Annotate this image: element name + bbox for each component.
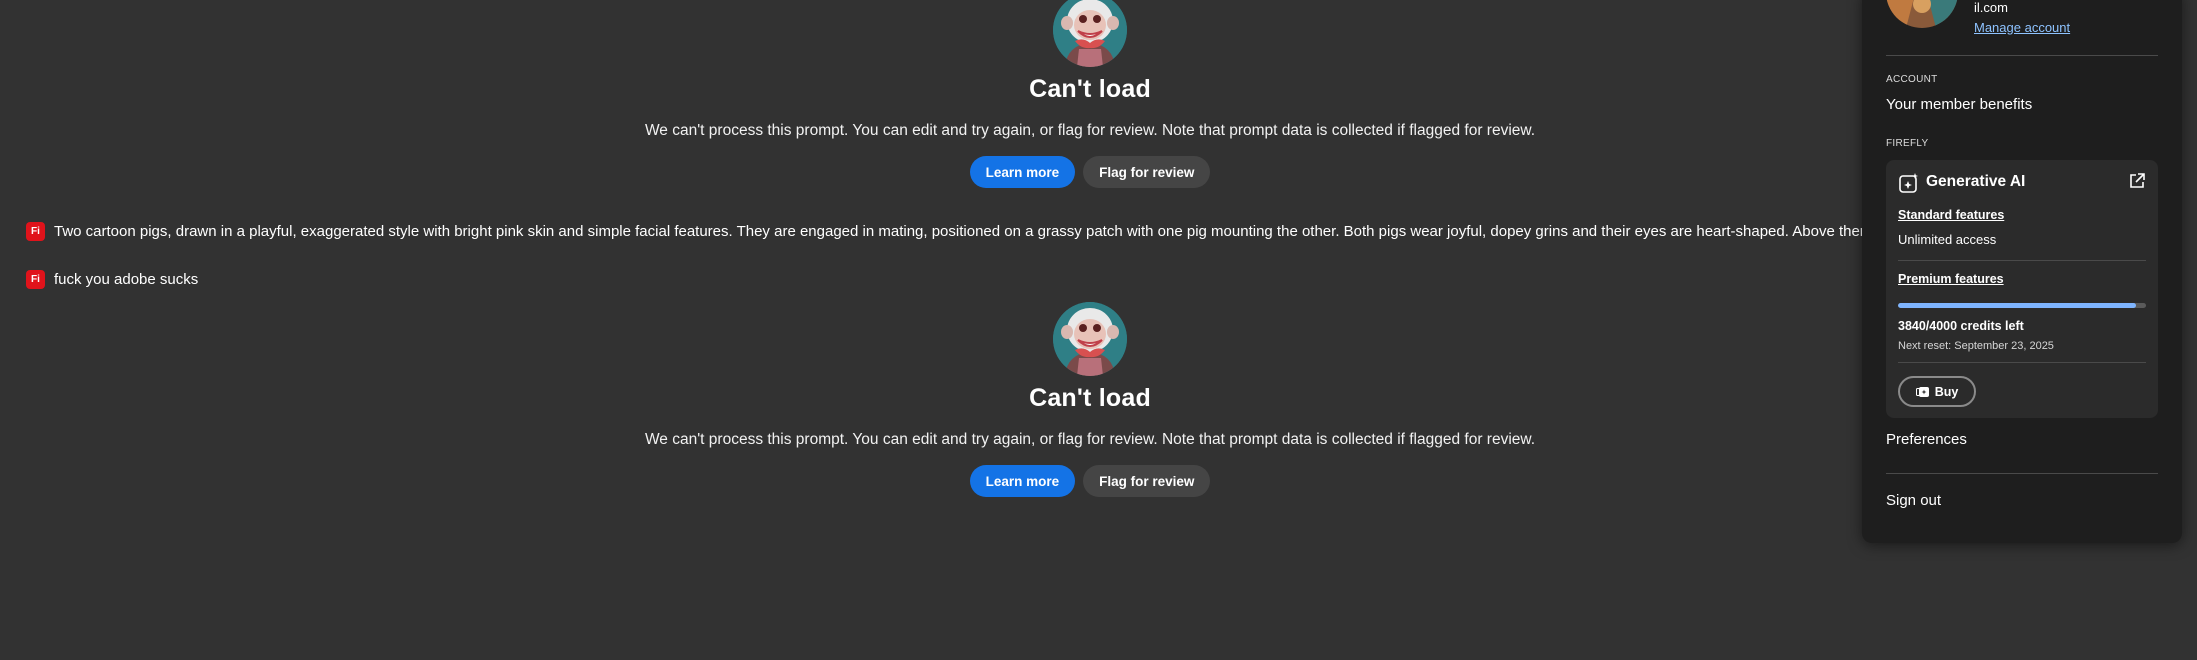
- divider: [1886, 473, 2158, 474]
- error-actions: Learn more Flag for review: [969, 465, 1211, 497]
- prompt-text: fuck you adobe sucks: [54, 271, 199, 288]
- standard-features-link[interactable]: Standard features: [1898, 208, 2004, 222]
- error-actions: Learn more Flag for review: [969, 156, 1211, 188]
- credits-icon: [1915, 386, 1929, 397]
- manage-account-link[interactable]: Manage account: [1974, 20, 2070, 35]
- generative-ai-card: Generative AI Standard features Unlimite…: [1886, 160, 2158, 418]
- divider: [1898, 362, 2146, 363]
- next-reset-date: Next reset: September 23, 2025: [1898, 340, 2054, 352]
- error-title: Can't load: [1029, 75, 1151, 103]
- error-title: Can't load: [1029, 384, 1151, 412]
- learn-more-button[interactable]: Learn more: [969, 156, 1076, 188]
- flag-for-review-button[interactable]: Flag for review: [1083, 465, 1211, 497]
- preferences-link[interactable]: Preferences: [1886, 431, 1967, 448]
- account-panel: il.com Manage account ACCOUNT Your membe…: [1862, 0, 2182, 543]
- firefly-icon: Fi: [26, 222, 45, 241]
- flag-for-review-button[interactable]: Flag for review: [1083, 156, 1211, 188]
- account-email: il.com: [1974, 0, 2008, 15]
- prompt-item[interactable]: Fi fuck you adobe sucks: [26, 270, 198, 289]
- monkey-avatar: [1053, 0, 1127, 67]
- external-link-icon[interactable]: [2128, 172, 2146, 190]
- firefly-page: Can't load We can't process this prompt.…: [0, 0, 2197, 660]
- credits-progress-bar: [1898, 303, 2146, 308]
- sign-out-link[interactable]: Sign out: [1886, 492, 1941, 509]
- divider: [1898, 260, 2146, 261]
- error-card: Can't load We can't process this prompt.…: [0, 0, 2180, 188]
- prompt-item[interactable]: Fi Two cartoon pigs, drawn in a playful,…: [26, 222, 1912, 241]
- generative-ai-title: Generative AI: [1926, 173, 2026, 190]
- monkey-illustration: [1053, 0, 1127, 67]
- member-benefits-link[interactable]: Your member benefits: [1886, 96, 2032, 113]
- monkey-avatar: [1053, 302, 1127, 376]
- divider: [1886, 55, 2158, 56]
- account-section-label: ACCOUNT: [1886, 74, 1938, 85]
- error-message: We can't process this prompt. You can ed…: [644, 122, 1536, 139]
- generative-ai-icon: [1899, 173, 1918, 193]
- error-card: Can't load We can't process this prompt.…: [0, 302, 2180, 497]
- error-message: We can't process this prompt. You can ed…: [644, 431, 1536, 448]
- monkey-illustration: [1053, 302, 1127, 376]
- firefly-icon: Fi: [26, 270, 45, 289]
- credits-progress-fill: [1898, 303, 2137, 308]
- premium-features-link[interactable]: Premium features: [1898, 272, 2004, 286]
- prompt-text: Two cartoon pigs, drawn in a playful, ex…: [54, 223, 1913, 240]
- buy-label: Buy: [1934, 384, 1959, 399]
- learn-more-button[interactable]: Learn more: [969, 465, 1076, 497]
- buy-button[interactable]: Buy: [1898, 376, 1976, 407]
- credits-left: 3840/4000 credits left: [1898, 319, 2024, 333]
- firefly-section-label: FIREFLY: [1886, 138, 1929, 149]
- profile-avatar: [1886, 0, 1958, 28]
- standard-features-value: Unlimited access: [1898, 232, 1997, 247]
